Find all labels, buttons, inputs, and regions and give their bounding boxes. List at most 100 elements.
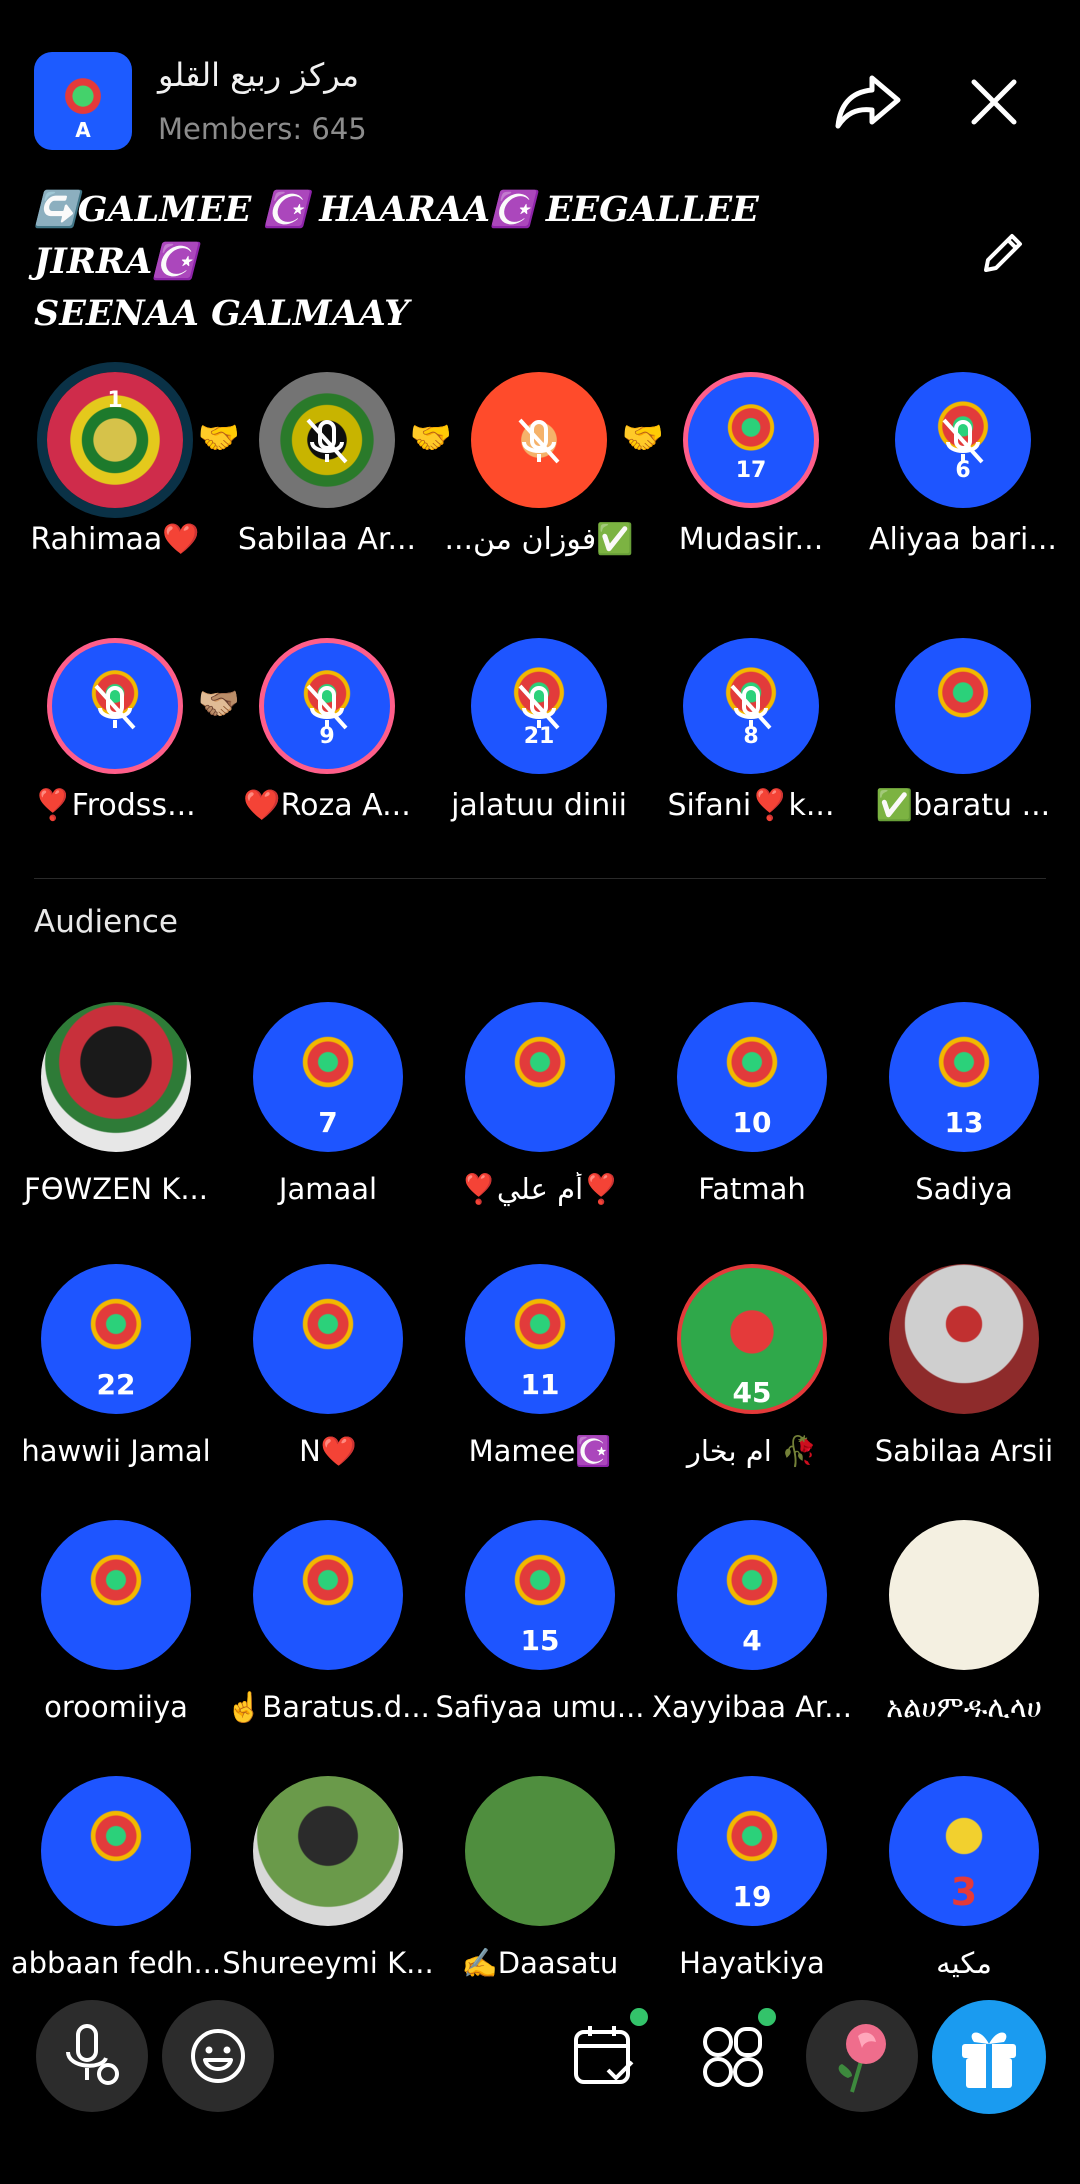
member-name: hawwii Jamal (21, 1434, 211, 1468)
mic-settings-icon (66, 2024, 119, 2085)
audience-member[interactable]: 4 Xayyibaa Ar... (646, 1520, 858, 1740)
seat-5[interactable]: 6 Aliyaa bari... (858, 372, 1068, 572)
avatar (465, 1002, 615, 1152)
audience-member[interactable]: 11 Mamee☪️ (434, 1264, 646, 1484)
emoji-button[interactable] (162, 2000, 274, 2112)
audience-member[interactable]: 15 Safiyaa umu... (434, 1520, 646, 1740)
member-name: Hayatkiya (679, 1946, 825, 1980)
audience-member[interactable]: oroomiiya (10, 1520, 222, 1740)
audience-member[interactable]: አልሀምዱሊላሀ (858, 1520, 1070, 1740)
seat-name: Aliyaa bari... (869, 522, 1057, 557)
avatar (889, 1520, 1039, 1670)
audience-member[interactable]: ❣️أم علي❣️ (434, 1002, 646, 1222)
seat-number: 21 (523, 724, 555, 749)
mic-muted-icon (94, 684, 136, 730)
notification-dot (630, 2008, 648, 2026)
member-name: Sabilaa Arsii (874, 1434, 1054, 1468)
member-name: N❤️ (299, 1434, 357, 1468)
seat-number: 8 (743, 724, 759, 749)
seat-3[interactable]: ...فوزان من✅ (434, 372, 644, 572)
audience-member[interactable]: 7 Jamaal (222, 1002, 434, 1222)
seat-name: jalatuu dinii (451, 788, 627, 823)
audience-member[interactable]: Sabilaa Arsii (858, 1264, 1070, 1484)
audience-member[interactable]: N❤️ (222, 1264, 434, 1484)
seat-name: Rahimaa❤️ (30, 522, 200, 557)
member-number: 11 (520, 1368, 560, 1401)
member-name: abbaan fedh... (10, 1946, 222, 1980)
seat-1[interactable]: 1 Rahimaa❤️ (10, 372, 220, 572)
avatar (41, 1520, 191, 1670)
apps-icon[interactable] (696, 2020, 768, 2092)
avatar (41, 1776, 191, 1926)
member-name: ام بخار 🥀 (686, 1434, 818, 1468)
seat-7[interactable]: 9 ❤️Roza A... (222, 638, 432, 838)
audience-member[interactable]: abbaan fedh... (10, 1776, 222, 1996)
audience-heading: Audience (34, 904, 178, 940)
calendar-check-icon[interactable] (568, 2020, 640, 2092)
member-number: 19 (732, 1880, 772, 1913)
seat-name: Sifani❣️k... (667, 788, 835, 823)
member-name: oroomiiya (44, 1690, 188, 1724)
seat-name: Sabilaa Ar... (237, 522, 417, 557)
seat-name: ✅baratu ... (875, 788, 1051, 823)
audience-member[interactable]: Shureeymi K... (222, 1776, 434, 1996)
group-name: مركز ربيع القلو (158, 56, 360, 94)
section-divider (34, 878, 1046, 879)
seat-2[interactable]: Sabilaa Ar... (222, 372, 432, 572)
room-header: مركز ربيع القلو Members: 645 (34, 52, 1046, 152)
member-name: አልሀምዱሊላሀ (886, 1690, 1042, 1724)
member-number: 22 (96, 1368, 136, 1401)
seat-9[interactable]: 8 Sifani❣️k... (646, 638, 856, 838)
seat-name: ❣️Frodss... (34, 788, 196, 823)
mic-muted-icon (518, 418, 560, 464)
avatar (253, 1264, 403, 1414)
topic-line-1: ↪️GALMEE ☪️ HAARAA☪️ EEGALLEE JIRRA☪️ (34, 189, 759, 282)
topic-line-2: SEENAA GALMAAY (34, 293, 410, 334)
seat-number: 1 (107, 388, 123, 413)
seat-10[interactable]: ✅baratu ... (858, 638, 1068, 838)
member-number: 7 (318, 1106, 338, 1139)
seat-number: 17 (735, 458, 767, 483)
member-name: Xayyibaa Ar... (652, 1690, 852, 1724)
audience-member[interactable]: 22 hawwii Jamal (10, 1264, 222, 1484)
member-name: مكيه (936, 1946, 992, 1980)
audience-member[interactable]: ƑƟWZEN K... (10, 1002, 222, 1222)
seat-number: 6 (955, 458, 971, 483)
seat-number: 9 (319, 724, 335, 749)
seat-name: ❤️Roza A... (243, 788, 411, 823)
member-number: 15 (520, 1624, 560, 1657)
member-name: ❣️أم علي❣️ (460, 1172, 620, 1206)
avatar (465, 1776, 615, 1926)
seat-8[interactable]: 21 jalatuu dinii (434, 638, 644, 838)
rose-gift-button[interactable] (806, 2000, 918, 2112)
gift-button[interactable] (932, 2000, 1046, 2114)
seat-name: ...فوزان من✅ (444, 522, 634, 557)
close-icon[interactable] (964, 72, 1024, 132)
mic-muted-icon (306, 418, 348, 464)
gift-icon (962, 2032, 1016, 2088)
group-avatar[interactable] (34, 52, 132, 150)
audience-member[interactable]: ☝️Baratus.d... (222, 1520, 434, 1740)
room-topic: ↪️GALMEE ☪️ HAARAA☪️ EEGALLEE JIRRA☪️ SE… (34, 184, 914, 340)
voice-room-screen: مركز ربيع القلو Members: 645 ↪️GALMEE ☪️… (0, 0, 1080, 2184)
member-name: Sadiya (915, 1172, 1013, 1206)
avatar (41, 1002, 191, 1152)
avatar (889, 1264, 1039, 1414)
audience-member[interactable]: 10 Fatmah (646, 1002, 858, 1222)
notification-dot (758, 2008, 776, 2026)
member-number: 3 (950, 1870, 978, 1914)
audience-member[interactable]: 3 مكيه (858, 1776, 1070, 1996)
audience-member[interactable]: 13 Sadiya (858, 1002, 1070, 1222)
audience-member[interactable]: ✍️Daasatu (434, 1776, 646, 1996)
audience-member[interactable]: 19 Hayatkiya (646, 1776, 858, 1996)
pencil-icon[interactable] (976, 226, 1030, 280)
member-number: 45 (732, 1376, 772, 1409)
rose-icon (838, 2024, 886, 2093)
member-count[interactable]: Members: 645 (158, 112, 367, 146)
seat-6[interactable]: ❣️Frodss... (10, 638, 220, 838)
mic-settings-button[interactable] (36, 2000, 148, 2112)
emoji-icon (191, 2029, 245, 2083)
audience-member[interactable]: 45 ام بخار 🥀 (646, 1264, 858, 1484)
share-icon[interactable] (832, 72, 904, 132)
seat-4[interactable]: 17 Mudasir... (646, 372, 856, 572)
